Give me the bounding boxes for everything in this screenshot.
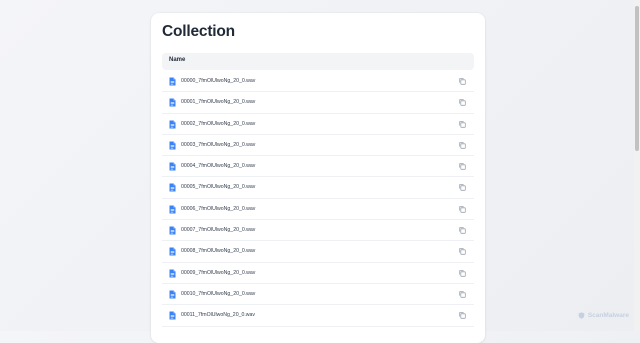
file-icon bbox=[169, 269, 176, 278]
table-row[interactable]: 00008_7fmOlUlwoNg_20_0.wav bbox=[162, 241, 474, 263]
file-icon bbox=[169, 98, 176, 107]
table-row[interactable]: 00005_7fmOlUlwoNg_20_0.wav bbox=[162, 177, 474, 199]
copy-icon[interactable] bbox=[458, 311, 467, 320]
file-name[interactable]: 00000_7fmOlUlwoNg_20_0.wav bbox=[181, 78, 255, 84]
file-name[interactable]: 00006_7fmOlUlwoNg_20_0.wav bbox=[181, 206, 255, 212]
copy-icon[interactable] bbox=[458, 247, 467, 256]
copy-icon[interactable] bbox=[458, 183, 467, 192]
copy-icon[interactable] bbox=[458, 162, 467, 171]
copy-icon[interactable] bbox=[458, 120, 467, 129]
file-icon bbox=[169, 311, 176, 320]
file-icon bbox=[169, 205, 176, 214]
copy-icon[interactable] bbox=[458, 290, 467, 299]
table-row[interactable]: 00011_7fmOlUlwoNg_20_0.wav bbox=[162, 305, 474, 327]
file-icon bbox=[169, 77, 176, 86]
file-name[interactable]: 00004_7fmOlUlwoNg_20_0.wav bbox=[181, 163, 255, 169]
copy-icon[interactable] bbox=[458, 98, 467, 107]
file-icon bbox=[169, 141, 176, 150]
file-name[interactable]: 00001_7fmOlUlwoNg_20_0.wav bbox=[181, 99, 255, 105]
file-name[interactable]: 00009_7fmOlUlwoNg_20_0.wav bbox=[181, 270, 255, 276]
table-row[interactable]: 00006_7fmOlUlwoNg_20_0.wav bbox=[162, 199, 474, 221]
scrollbar-thumb[interactable] bbox=[635, 6, 639, 151]
file-icon bbox=[169, 247, 176, 256]
table-row[interactable]: 00001_7fmOlUlwoNg_20_0.wav bbox=[162, 92, 474, 114]
collection-card: Collection Name 00000_7fmOlUlwoNg_20_0.w… bbox=[151, 13, 485, 343]
table-row[interactable]: 00002_7fmOlUlwoNg_20_0.wav bbox=[162, 114, 474, 135]
copy-icon[interactable] bbox=[458, 226, 467, 235]
table-row[interactable]: 00007_7fmOlUlwoNg_20_0.wav bbox=[162, 220, 474, 242]
file-name[interactable]: 00010_7fmOlUlwoNg_20_0.wav bbox=[181, 291, 255, 297]
watermark-text: ScanMalware bbox=[587, 312, 629, 320]
table-header: Name bbox=[162, 53, 474, 70]
file-icon bbox=[169, 290, 176, 299]
copy-icon[interactable] bbox=[458, 205, 467, 214]
table-row[interactable]: 00003_7fmOlUlwoNg_20_0.wav bbox=[162, 135, 474, 157]
copy-icon[interactable] bbox=[458, 77, 467, 86]
file-icon bbox=[169, 162, 176, 171]
copy-icon[interactable] bbox=[458, 269, 467, 278]
scrollbar[interactable] bbox=[634, 0, 640, 331]
table-row[interactable]: 00010_7fmOlUlwoNg_20_0.wav bbox=[162, 284, 474, 306]
table-row[interactable]: 00004_7fmOlUlwoNg_20_0.wav bbox=[162, 156, 474, 178]
shield-icon bbox=[578, 312, 585, 319]
copy-icon[interactable] bbox=[458, 141, 467, 150]
file-list: 00000_7fmOlUlwoNg_20_0.wav 00001_7fmOlUlw… bbox=[162, 71, 474, 327]
file-name[interactable]: 00005_7fmOlUlwoNg_20_0.wav bbox=[181, 184, 255, 190]
page-title: Collection bbox=[162, 23, 235, 40]
column-header-name: Name bbox=[169, 57, 186, 63]
watermark: ScanMalware bbox=[578, 312, 629, 319]
table-row[interactable]: 00000_7fmOlUlwoNg_20_0.wav bbox=[162, 71, 474, 93]
file-name[interactable]: 00003_7fmOlUlwoNg_20_0.wav bbox=[181, 142, 255, 148]
file-icon bbox=[169, 226, 176, 235]
file-name[interactable]: 00011_7fmOlUlwoNg_20_0.wav bbox=[181, 312, 255, 318]
file-name[interactable]: 00008_7fmOlUlwoNg_20_0.wav bbox=[181, 248, 255, 254]
file-name[interactable]: 00007_7fmOlUlwoNg_20_0.wav bbox=[181, 227, 255, 233]
table-row[interactable]: 00009_7fmOlUlwoNg_20_0.wav bbox=[162, 263, 474, 284]
file-icon bbox=[169, 120, 176, 129]
file-icon bbox=[169, 183, 176, 192]
file-name[interactable]: 00002_7fmOlUlwoNg_20_0.wav bbox=[181, 121, 255, 127]
